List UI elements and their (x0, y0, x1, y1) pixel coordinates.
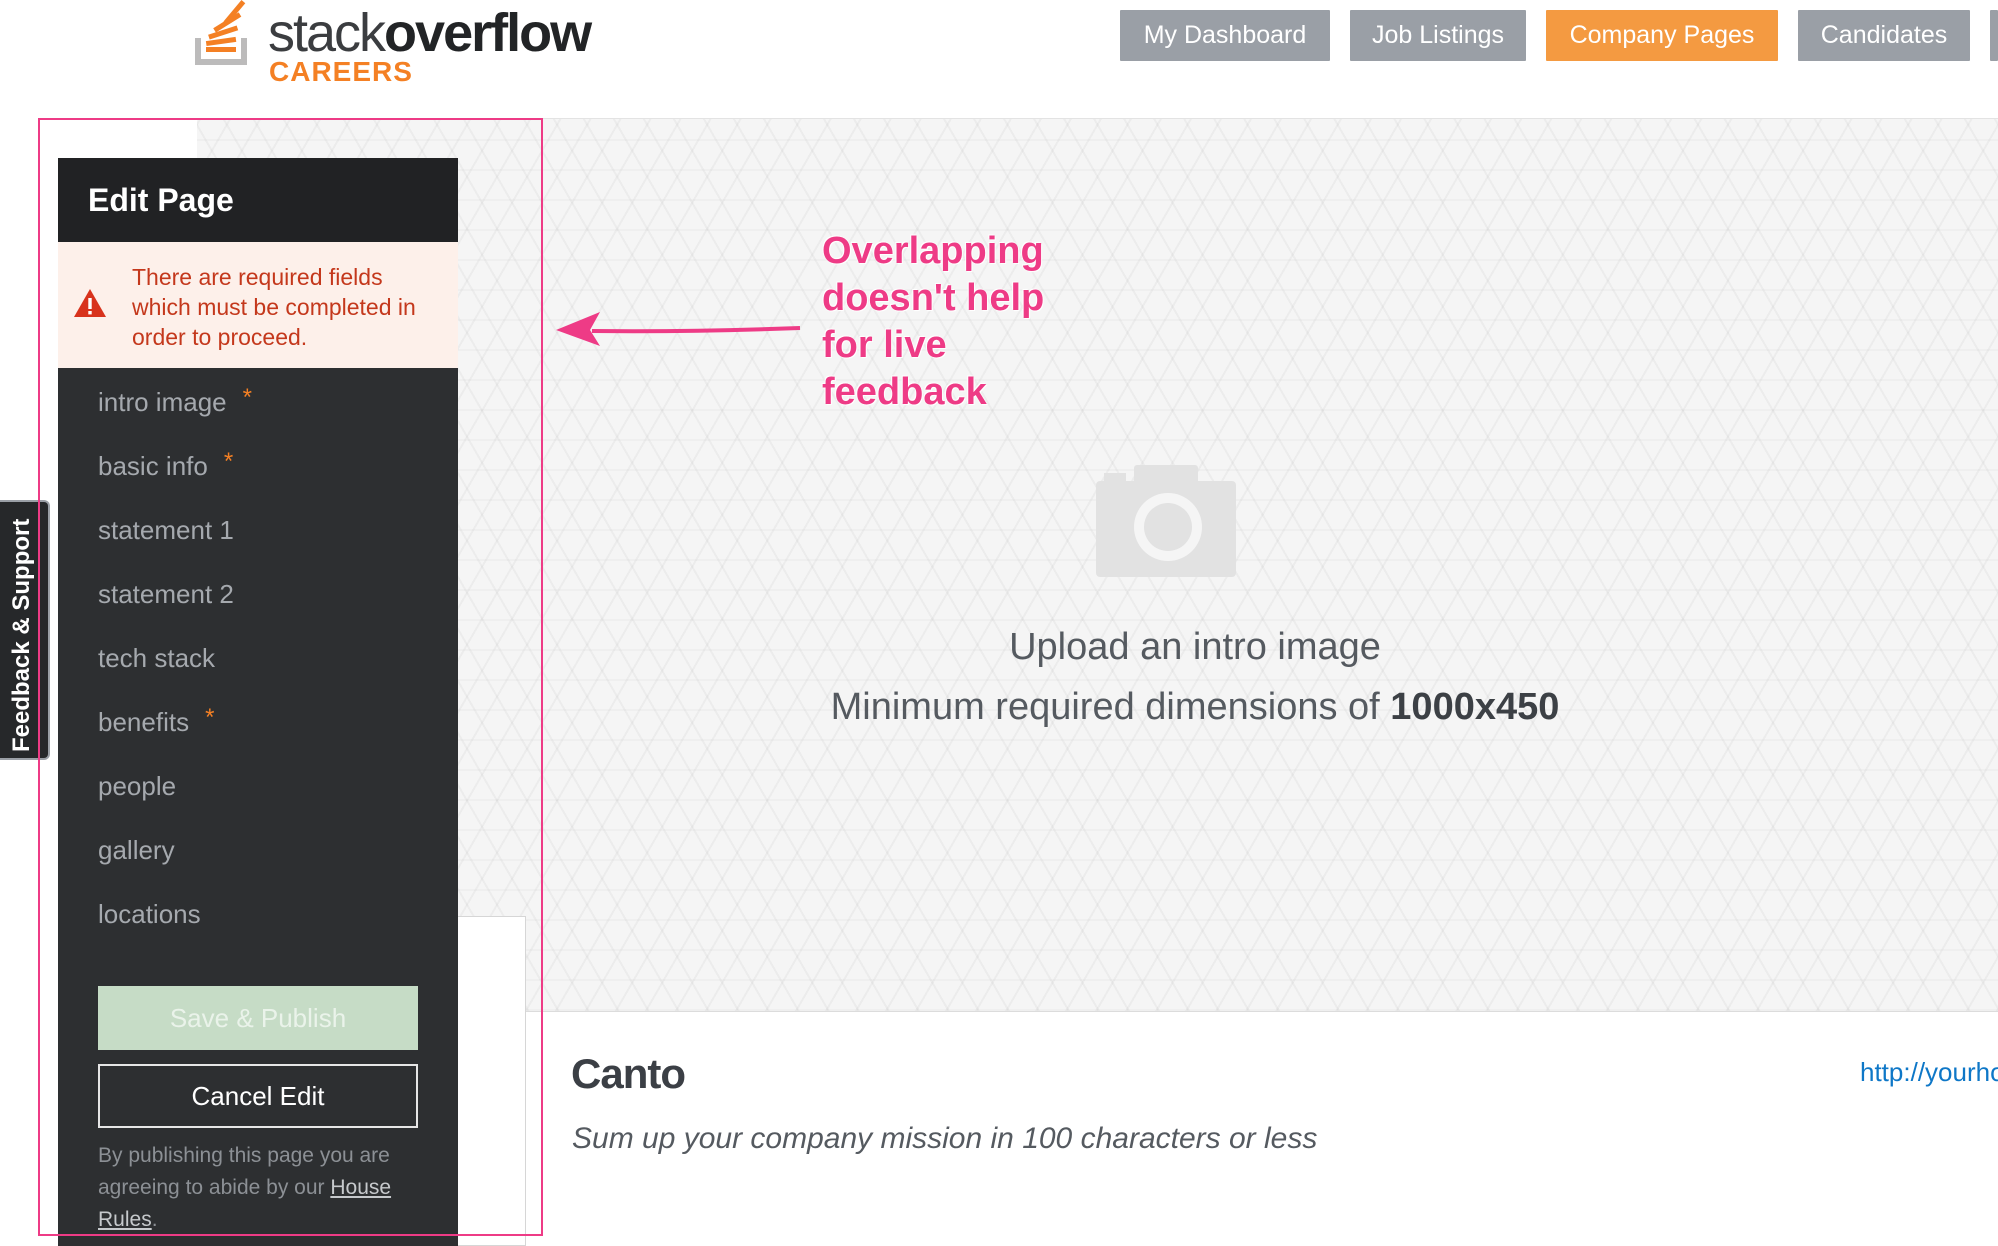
annotation-note: Overlapping doesn't help for live feedba… (822, 230, 1045, 413)
stackoverflow-careers-logo[interactable]: stackoverflow CAREERS (194, 0, 594, 90)
nav-overflow[interactable] (1990, 10, 1998, 61)
feedback-tab-label: Feedback & Support (8, 518, 35, 752)
annotation-arrow-icon (556, 312, 801, 346)
company-mission-field[interactable]: Sum up your company mission in 100 chara… (572, 1122, 1317, 1156)
nav-job-listings[interactable]: Job Listings (1350, 10, 1526, 61)
logo-wordmark: stackoverflow (268, 3, 592, 63)
nav-candidates[interactable]: Candidates (1798, 10, 1970, 61)
logo-subtitle: CAREERS (269, 56, 413, 87)
nav-my-dashboard[interactable]: My Dashboard (1120, 10, 1330, 61)
annotation-highlight-box (38, 118, 543, 1236)
company-name[interactable]: Canto (571, 1050, 686, 1098)
stack-logo-icon (195, 0, 247, 65)
company-url-link[interactable]: http://yourho (1860, 1057, 1998, 1088)
nav-company-pages[interactable]: Company Pages (1546, 10, 1778, 61)
camera-icon (1096, 465, 1236, 577)
